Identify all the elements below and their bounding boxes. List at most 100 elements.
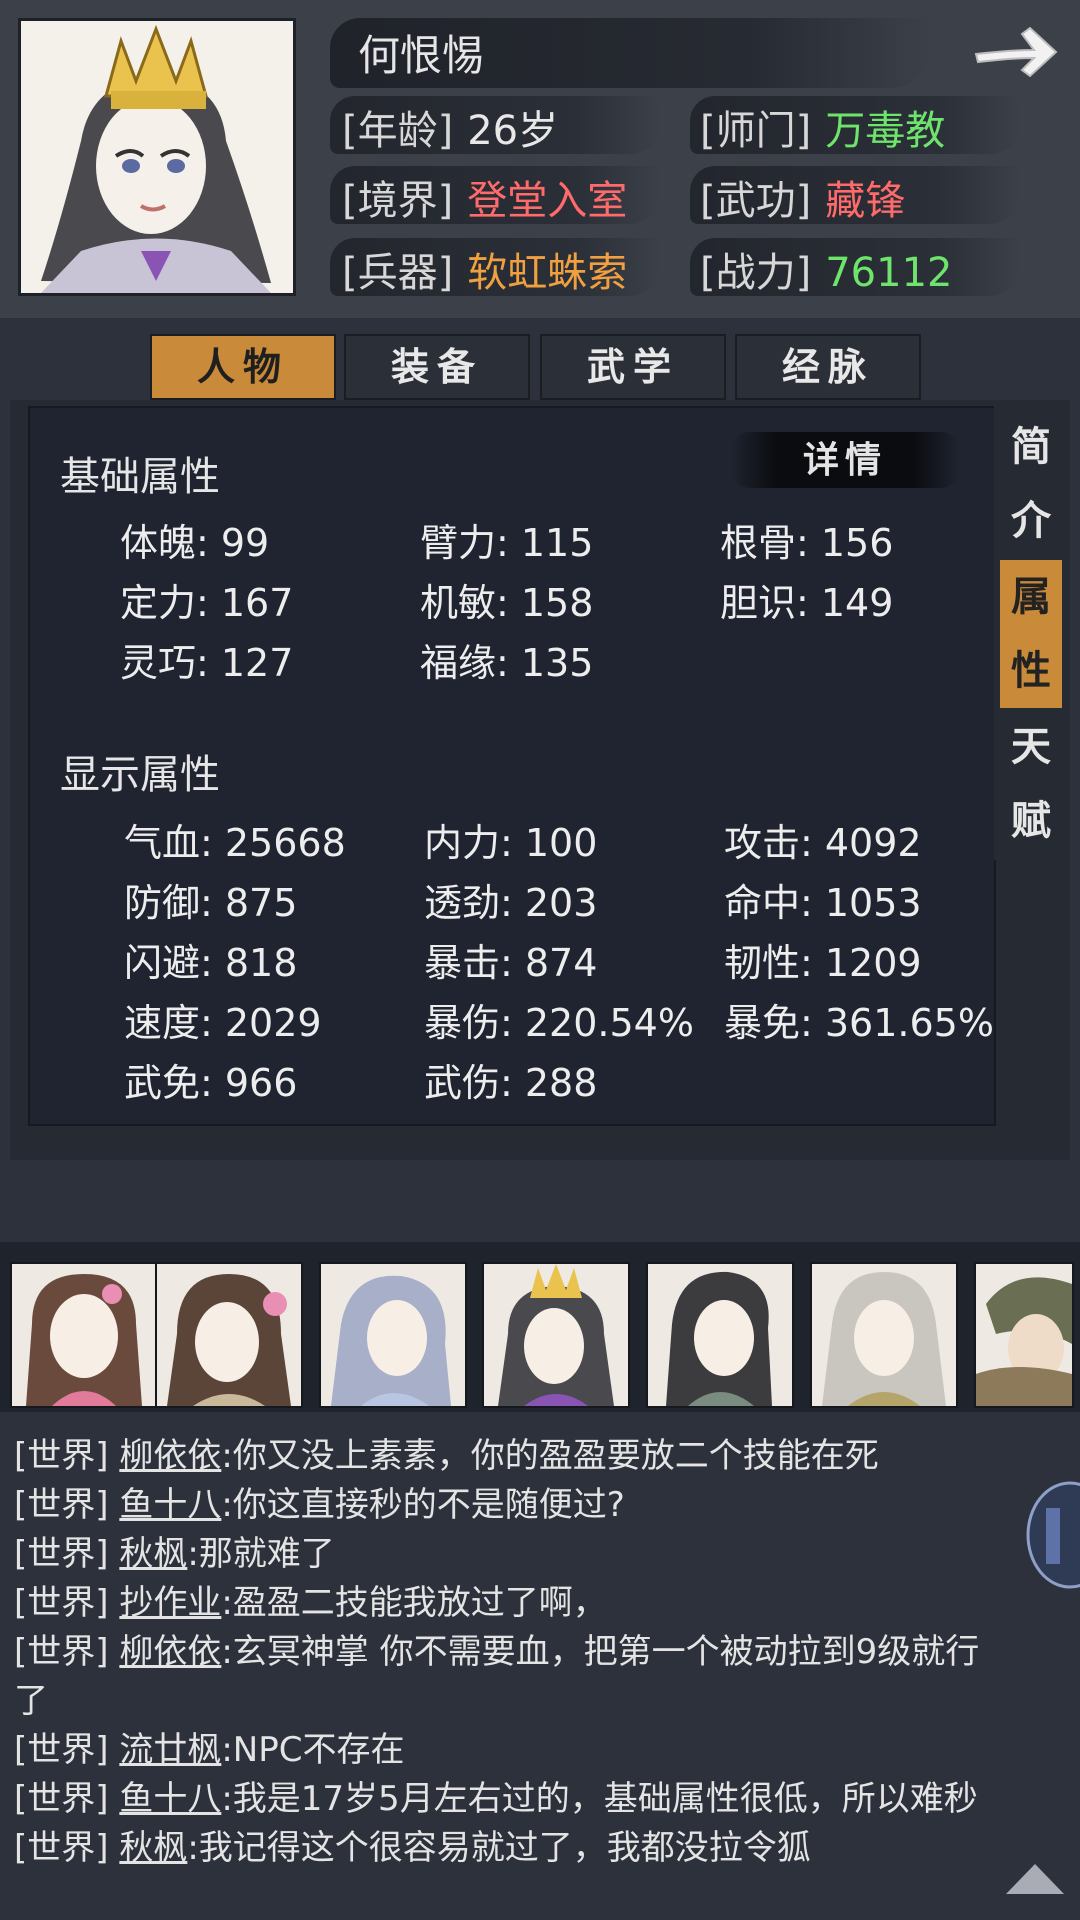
chat-channel: [世界] bbox=[14, 1436, 109, 1476]
portrait-art bbox=[21, 21, 293, 293]
tab-meridians[interactable]: 经脉 bbox=[735, 334, 921, 400]
side-tab-char: 简 bbox=[1011, 423, 1051, 470]
character-name: 何恨惕 bbox=[358, 31, 485, 80]
display-attributes-title: 显示属性 bbox=[60, 752, 220, 798]
character-portrait[interactable] bbox=[18, 18, 296, 296]
info-label: [境界] bbox=[342, 178, 454, 224]
stat-display: 速度: 2029 bbox=[124, 1001, 322, 1045]
stat-base: 定力: 167 bbox=[120, 581, 294, 625]
info-power: [战力] 76112 bbox=[700, 240, 952, 298]
stat-display: 韧性: 1209 bbox=[724, 941, 922, 985]
tab-character[interactable]: 人物 bbox=[150, 334, 336, 400]
info-weapon: [兵器] 软虹蛛索 bbox=[342, 240, 627, 298]
chat-sender[interactable]: 柳依依 bbox=[119, 1436, 221, 1476]
power-value: 76112 bbox=[825, 250, 953, 296]
chat-message: [世界] 抄作业:盈盈二技能我放过了啊， bbox=[14, 1575, 607, 1624]
stat-display: 气血: 25668 bbox=[124, 821, 346, 865]
info-label: [师门] bbox=[700, 108, 812, 154]
info-age: [年龄] 26岁 bbox=[342, 98, 558, 156]
chat-message: [世界] 鱼十八:我是17岁5月左右过的，基础属性很低，所以难秒 bbox=[14, 1771, 978, 1820]
stat-display: 暴免: 361.65% bbox=[724, 1001, 994, 1045]
skill-value: 藏锋 bbox=[825, 178, 906, 224]
stat-base: 机敏: 158 bbox=[420, 581, 594, 625]
stat-display: 透劲: 203 bbox=[424, 881, 598, 925]
stat-display: 暴伤: 220.54% bbox=[424, 1001, 694, 1045]
party-portrait[interactable] bbox=[155, 1262, 303, 1408]
chat-text: :我记得这个很容易就过了，我都没拉令狐 bbox=[187, 1828, 811, 1868]
chat-channel: [世界] bbox=[14, 1485, 109, 1525]
chat-text: 了 bbox=[14, 1681, 48, 1721]
side-tab-char: 性 bbox=[1011, 647, 1051, 694]
chat-sender[interactable]: 鱼十八 bbox=[119, 1779, 221, 1819]
chat-message: [世界] 柳依依:你又没上素素，你的盈盈要放二个技能在死 bbox=[14, 1428, 879, 1477]
tab-martial-arts[interactable]: 武学 bbox=[540, 334, 726, 400]
side-tab-attributes[interactable]: 属 性 bbox=[1000, 560, 1062, 708]
next-arrow-icon[interactable] bbox=[970, 20, 1062, 82]
chat-sender[interactable]: 柳依依 bbox=[119, 1632, 221, 1672]
party-portrait[interactable] bbox=[810, 1262, 958, 1408]
stat-display: 内力: 100 bbox=[424, 821, 598, 865]
character-header: 何恨惕 [年龄] 26岁 [师门] 万毒教 [境界] 登堂入室 [武功] 藏锋 [兵器]… bbox=[0, 0, 1080, 318]
stat-base: 灵巧: 127 bbox=[120, 641, 294, 685]
info-label: [战力] bbox=[700, 250, 812, 296]
stat-base: 根骨: 156 bbox=[720, 521, 894, 565]
chat-sender[interactable]: 鱼十八 bbox=[119, 1485, 221, 1525]
chat-channel: [世界] bbox=[14, 1828, 109, 1868]
chat-message-continued: 了 bbox=[14, 1673, 48, 1722]
chat-scroll-up-icon[interactable] bbox=[1000, 1858, 1070, 1898]
stat-display: 命中: 1053 bbox=[724, 881, 922, 925]
chat-sender[interactable]: 秋枫 bbox=[119, 1828, 187, 1868]
chat-message: [世界] 流廿枫:NPC不存在 bbox=[14, 1722, 404, 1771]
chat-text: :你又没上素素，你的盈盈要放二个技能在死 bbox=[221, 1436, 879, 1476]
stat-base: 体魄: 99 bbox=[120, 521, 270, 565]
chat-text: :NPC不存在 bbox=[221, 1730, 405, 1770]
base-attributes-title: 基础属性 bbox=[60, 454, 220, 500]
sect-value: 万毒教 bbox=[825, 108, 946, 154]
chat-message: [世界] 柳依依:玄冥神掌 你不需要血，把第一个被动拉到9级就行 bbox=[14, 1624, 979, 1673]
party-portrait[interactable] bbox=[10, 1262, 158, 1408]
party-portrait[interactable] bbox=[319, 1262, 467, 1408]
side-tab-char: 介 bbox=[1011, 497, 1051, 544]
side-menu-emblem-icon[interactable] bbox=[1020, 1480, 1080, 1590]
stat-base: 福缘: 135 bbox=[420, 641, 594, 685]
chat-channel: [世界] bbox=[14, 1632, 109, 1672]
side-tab-char: 天 bbox=[1011, 723, 1051, 770]
info-realm: [境界] 登堂入室 bbox=[342, 168, 627, 226]
stat-display: 暴击: 874 bbox=[424, 941, 598, 985]
chat-channel: [世界] bbox=[14, 1730, 109, 1770]
info-skill: [武功] 藏锋 bbox=[700, 168, 905, 226]
info-label: [年龄] bbox=[342, 108, 454, 154]
stat-display: 闪避: 818 bbox=[124, 941, 298, 985]
stat-display: 武伤: 288 bbox=[424, 1061, 598, 1105]
chat-sender[interactable]: 流廿枫 bbox=[119, 1730, 221, 1770]
chat-message: [世界] 秋枫:那就难了 bbox=[14, 1526, 335, 1575]
stat-display: 武免: 966 bbox=[124, 1061, 298, 1105]
stat-base: 胆识: 149 bbox=[720, 581, 894, 625]
weapon-value: 软虹蛛索 bbox=[467, 250, 628, 296]
side-tab-intro[interactable]: 简 介 bbox=[1000, 410, 1062, 558]
chat-channel: [世界] bbox=[14, 1583, 109, 1623]
chat-message: [世界] 秋枫:我记得这个很容易就过了，我都没拉令狐 bbox=[14, 1820, 811, 1869]
info-label: [武功] bbox=[700, 178, 812, 224]
info-sect: [师门] 万毒教 bbox=[700, 98, 945, 156]
stat-display: 防御: 875 bbox=[124, 881, 298, 925]
chat-text: :玄冥神掌 你不需要血，把第一个被动拉到9级就行 bbox=[221, 1632, 980, 1672]
chat-text: :盈盈二技能我放过了啊， bbox=[221, 1583, 607, 1623]
tab-equipment[interactable]: 装备 bbox=[344, 334, 530, 400]
stat-display: 攻击: 4092 bbox=[724, 821, 922, 865]
party-portrait[interactable] bbox=[482, 1262, 630, 1408]
chat-channel: [世界] bbox=[14, 1779, 109, 1819]
chat-sender[interactable]: 抄作业 bbox=[119, 1583, 221, 1623]
age-value: 26岁 bbox=[467, 108, 559, 154]
chat-channel: [世界] bbox=[14, 1534, 109, 1574]
details-button[interactable]: 详情 bbox=[780, 434, 910, 486]
side-tab-talent[interactable]: 天 赋 bbox=[1000, 710, 1062, 858]
realm-value: 登堂入室 bbox=[467, 178, 628, 224]
chat-sender[interactable]: 秋枫 bbox=[119, 1534, 187, 1574]
info-label: [兵器] bbox=[342, 250, 454, 296]
party-portrait[interactable] bbox=[646, 1262, 794, 1408]
side-tab-char: 赋 bbox=[1011, 797, 1051, 844]
side-tab-char: 属 bbox=[1011, 573, 1051, 620]
party-portrait[interactable] bbox=[974, 1262, 1074, 1408]
chat-text: :那就难了 bbox=[187, 1534, 335, 1574]
